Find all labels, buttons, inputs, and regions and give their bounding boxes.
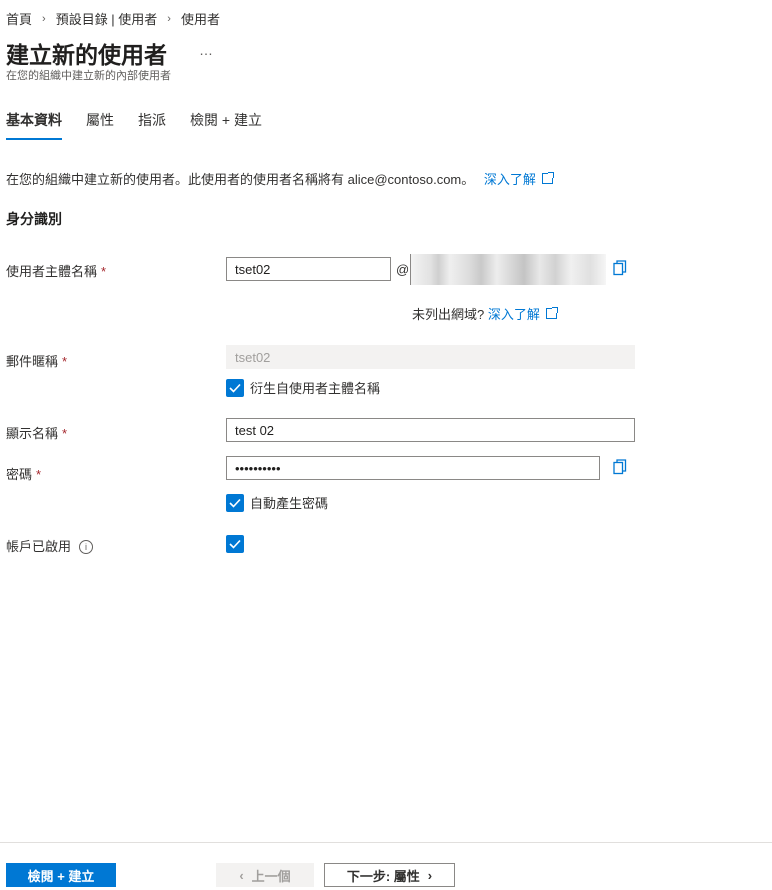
password-input[interactable]	[226, 456, 600, 480]
chevron-right-icon: ›	[427, 867, 433, 883]
next-button[interactable]: 下一步: 屬性 ›	[324, 863, 455, 887]
breadcrumb: 首頁 › 預設目錄 | 使用者 › 使用者	[6, 9, 220, 28]
external-link-icon	[541, 172, 554, 184]
checkmark-icon	[229, 498, 241, 508]
autogen-checkbox-row: 自動產生密碼	[226, 493, 328, 512]
domain-learn-more-link[interactable]: 深入了解	[487, 307, 558, 322]
upn-input[interactable]	[226, 257, 391, 281]
learn-more-link[interactable]: 深入了解	[483, 172, 554, 187]
mail-nickname-label: 郵件暱稱 *	[6, 351, 67, 370]
derive-checkbox-label: 衍生自使用者主體名稱	[250, 381, 381, 396]
copy-icon[interactable]	[613, 459, 627, 475]
upn-label-text: 使用者主體名稱	[6, 264, 98, 279]
more-options-button[interactable]: …	[199, 42, 214, 58]
password-label: 密碼 *	[6, 464, 41, 483]
intro-text: 在您的組織中建立新的使用者。此使用者的使用者名稱將有 alice@contoso…	[6, 169, 554, 188]
autogen-checkbox-label: 自動產生密碼	[250, 496, 329, 511]
chevron-right-icon: ›	[167, 12, 171, 25]
at-symbol: @	[396, 262, 410, 277]
upn-label: 使用者主體名稱 *	[6, 261, 106, 280]
page-title: 建立新的使用者	[6, 42, 167, 68]
account-enabled-checkbox[interactable]	[226, 535, 244, 553]
password-label-text: 密碼	[6, 467, 33, 482]
tab-basics[interactable]: 基本資料	[6, 110, 62, 140]
breadcrumb-users[interactable]: 使用者	[181, 9, 220, 28]
external-link-icon	[545, 307, 558, 319]
intro-description: 在您的組織中建立新的使用者。此使用者的使用者名稱將有 alice@contoso…	[6, 172, 475, 187]
footer-divider	[0, 842, 772, 843]
account-enabled-label-text: 帳戶已啟用	[6, 539, 72, 554]
domain-learn-more-label: 深入了解	[487, 307, 540, 322]
mail-nickname-input	[226, 345, 635, 369]
display-name-label: 顯示名稱 *	[6, 423, 67, 442]
autogen-password-checkbox[interactable]	[226, 493, 244, 512]
tab-properties[interactable]: 屬性	[86, 110, 114, 140]
review-create-label: 檢閱 + 建立	[27, 868, 95, 884]
breadcrumb-home[interactable]: 首頁	[6, 9, 32, 28]
next-label: 下一步: 屬性	[346, 868, 420, 884]
section-identity-title: 身分識別	[6, 211, 62, 227]
previous-label: 上一個	[251, 868, 291, 884]
domain-note: 未列出網域? 深入了解	[412, 304, 558, 323]
breadcrumb-directory[interactable]: 預設目錄 | 使用者	[56, 9, 158, 28]
required-marker: *	[62, 426, 68, 441]
derive-checkbox[interactable]	[226, 378, 244, 397]
checkmark-icon	[229, 383, 241, 393]
display-name-input[interactable]	[226, 418, 635, 442]
info-icon[interactable]: i	[79, 540, 94, 554]
tab-review-create[interactable]: 檢閱 + 建立	[190, 110, 262, 140]
page-subtitle: 在您的組織中建立新的內部使用者	[6, 70, 171, 82]
required-marker: *	[101, 264, 107, 279]
required-marker: *	[36, 467, 42, 482]
required-marker: *	[62, 354, 68, 369]
domain-note-text: 未列出網域?	[412, 307, 485, 322]
chevron-right-icon: ›	[42, 12, 46, 25]
previous-button[interactable]: ‹ 上一個	[216, 863, 314, 887]
display-name-label-text: 顯示名稱	[6, 426, 59, 441]
tab-assignments[interactable]: 指派	[138, 110, 166, 140]
chevron-left-icon: ‹	[239, 867, 244, 883]
review-create-button[interactable]: 檢閱 + 建立	[6, 863, 116, 887]
checkmark-icon	[229, 539, 241, 549]
mail-nickname-label-text: 郵件暱稱	[6, 354, 59, 369]
tab-bar: 基本資料 屬性 指派 檢閱 + 建立	[6, 110, 262, 140]
domain-dropdown[interactable]	[410, 254, 606, 285]
learn-more-label: 深入了解	[483, 172, 536, 187]
copy-icon[interactable]	[613, 260, 627, 276]
derive-checkbox-row: 衍生自使用者主體名稱	[226, 378, 380, 397]
account-enabled-label: 帳戶已啟用 i	[6, 536, 94, 555]
